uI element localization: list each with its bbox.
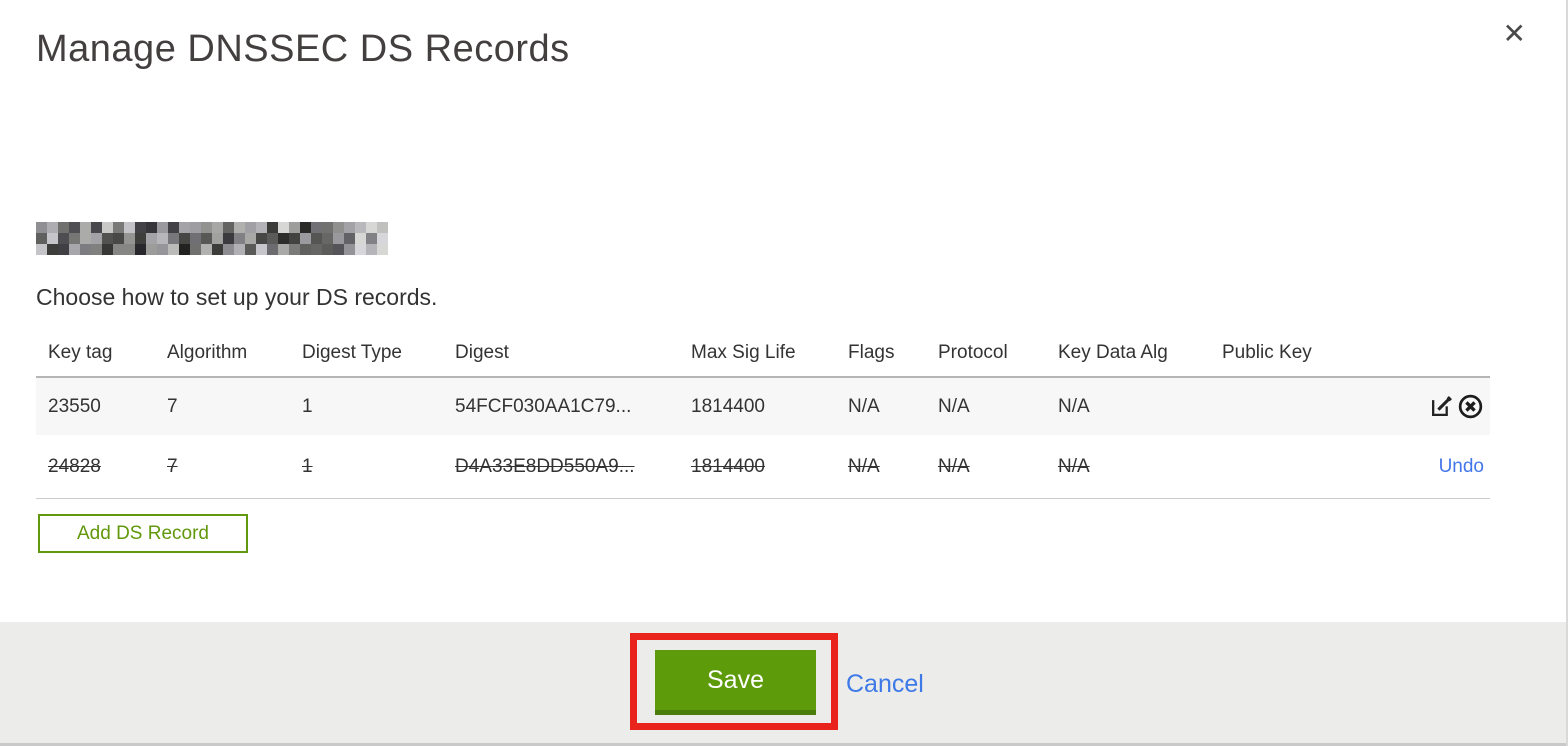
digest-type-value: 1 [302, 395, 313, 417]
digest-type-value: 1 [302, 455, 313, 477]
table-header-row: Key tag Algorithm Digest Type Digest Max… [36, 330, 1490, 376]
col-header-key-tag: Key tag [48, 342, 113, 363]
col-header-digest-type: Digest Type [302, 342, 402, 363]
key-tag-value: 23550 [48, 395, 101, 417]
delete-record-icon[interactable] [1457, 393, 1484, 420]
flags-value: N/A [848, 395, 880, 417]
edit-record-icon[interactable] [1429, 394, 1454, 419]
redacted-domain-name [36, 222, 388, 255]
page-title: Manage DNSSEC DS Records [36, 28, 570, 70]
table-row: 23550 7 1 54FCF030AA1C79... 1814400 N/A … [36, 376, 1490, 435]
save-button[interactable]: Save [655, 650, 816, 715]
ds-records-table: Key tag Algorithm Digest Type Digest Max… [36, 330, 1490, 499]
algorithm-value: 7 [167, 395, 178, 417]
col-header-public-key: Public Key [1222, 342, 1312, 363]
algorithm-value: 7 [167, 455, 178, 477]
max-sig-life-value: 1814400 [691, 455, 765, 477]
col-header-flags: Flags [848, 342, 895, 363]
col-header-max-sig-life: Max Sig Life [691, 342, 796, 363]
undo-link[interactable]: Undo [1439, 456, 1484, 478]
max-sig-life-value: 1814400 [691, 395, 765, 417]
col-header-protocol: Protocol [938, 342, 1008, 363]
add-ds-record-button[interactable]: Add DS Record [38, 514, 248, 553]
intro-text: Choose how to set up your DS records. [36, 284, 438, 310]
dnssec-modal: ✕ Manage DNSSEC DS Records Choose how to… [0, 0, 1568, 746]
red-highlight-annotation: Save [630, 633, 838, 730]
modal-footer: Save Cancel [0, 622, 1566, 744]
cancel-link[interactable]: Cancel [846, 670, 924, 699]
col-header-key-data-alg: Key Data Alg [1058, 342, 1168, 363]
col-header-algorithm: Algorithm [167, 342, 248, 363]
key-tag-value: 24828 [48, 455, 101, 477]
key-data-alg-value: N/A [1058, 455, 1090, 477]
table-row-deleted: 24828 7 1 D4A33E8DD550A9... 1814400 N/A … [36, 435, 1490, 499]
flags-value: N/A [848, 455, 880, 477]
digest-value: D4A33E8DD550A9... [455, 455, 635, 477]
protocol-value: N/A [938, 395, 970, 417]
key-data-alg-value: N/A [1058, 395, 1090, 417]
digest-value: 54FCF030AA1C79... [455, 395, 632, 417]
protocol-value: N/A [938, 455, 970, 477]
col-header-digest: Digest [455, 342, 509, 363]
close-icon[interactable]: ✕ [1503, 20, 1526, 48]
